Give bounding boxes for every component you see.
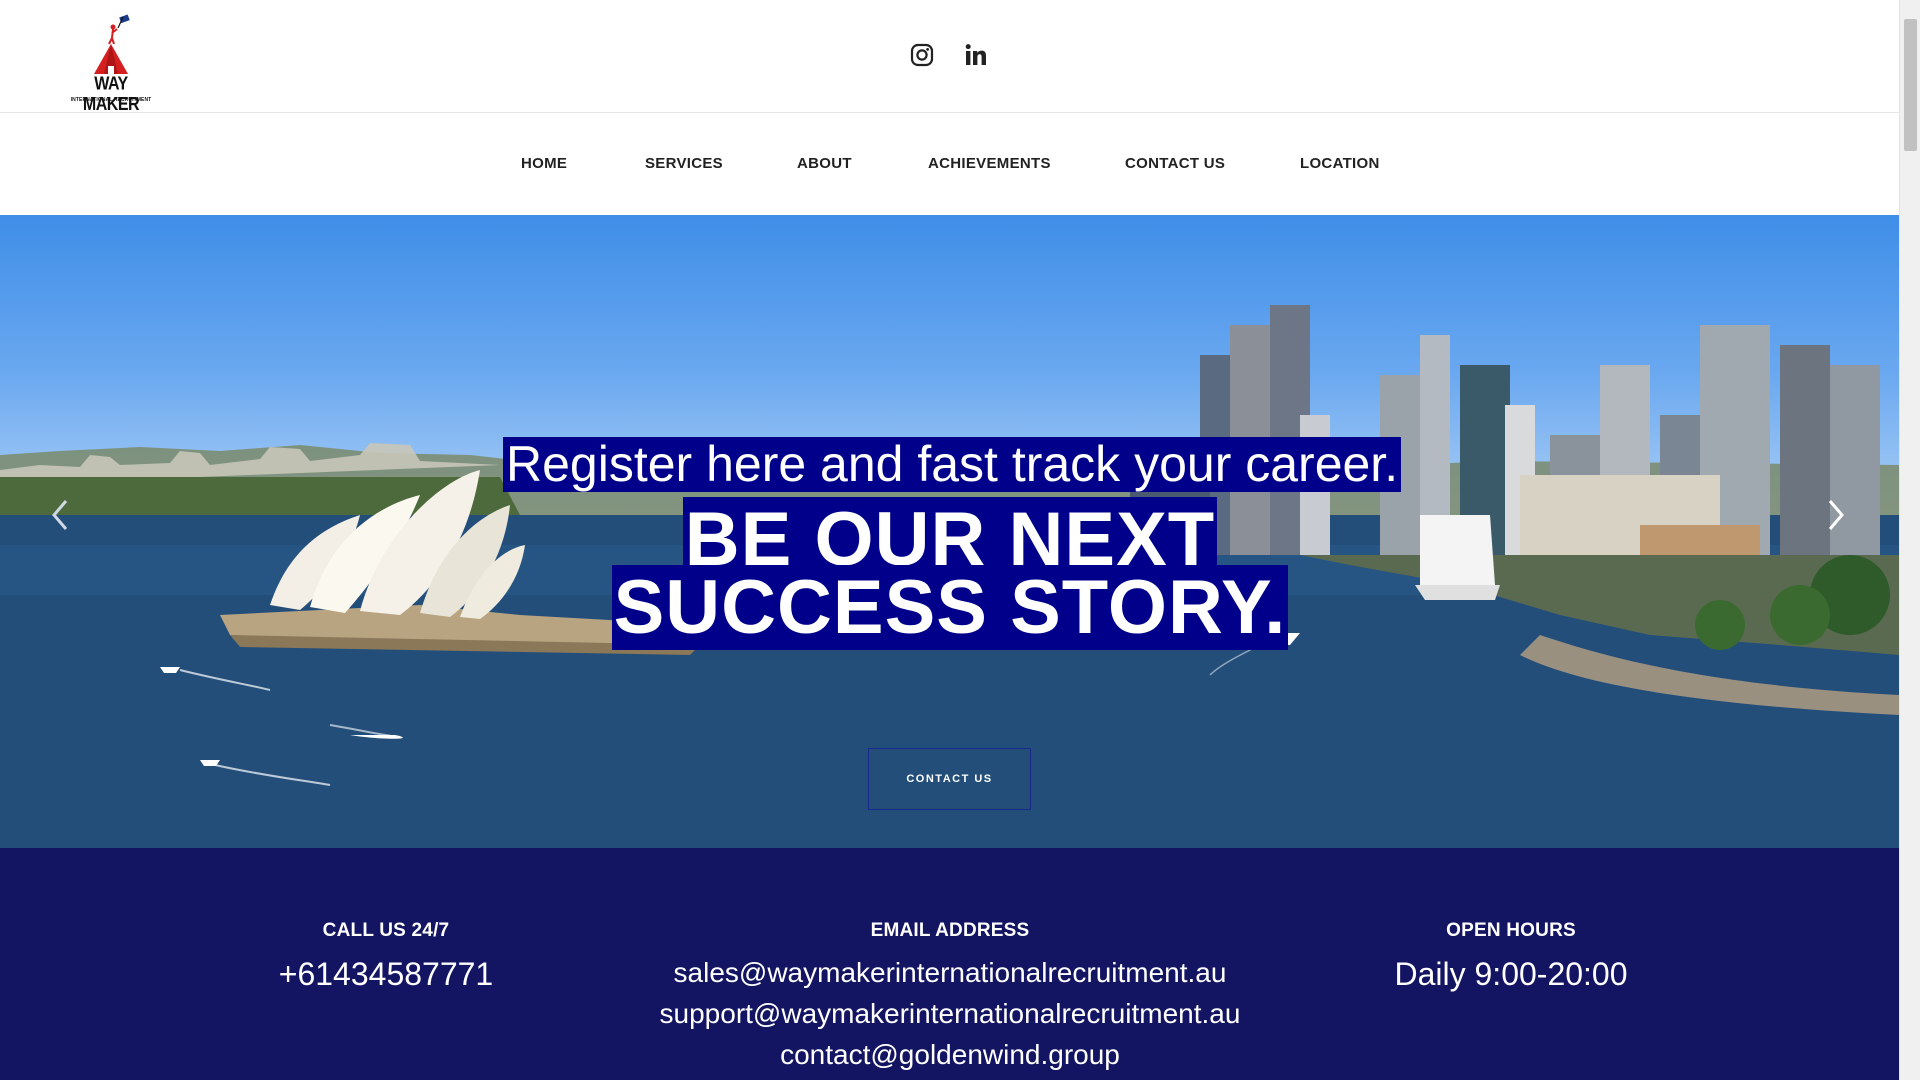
slider-next-button[interactable]	[1816, 485, 1856, 545]
nav-item-home[interactable]: HOME	[521, 155, 567, 172]
nav-item-services[interactable]: SERVICES	[645, 155, 723, 172]
linkedin-link[interactable]	[963, 42, 989, 68]
hero-subtitle: Register here and fast track your career…	[503, 437, 1402, 492]
hours-value: Daily 9:00-20:00	[1394, 956, 1628, 992]
email-info: EMAIL ADDRESS sales@waymakerinternationa…	[600, 920, 1300, 1075]
phone-number[interactable]: +61434587771	[186, 956, 586, 992]
linkedin-icon	[965, 44, 986, 65]
hours-heading: OPEN HOURS	[1446, 920, 1576, 941]
top-header: WAY MAKER INTERNATIONAL RECRUITMENT	[0, 0, 1899, 115]
instagram-icon	[910, 43, 934, 67]
slider-prev-button[interactable]	[40, 485, 80, 545]
email-contact[interactable]: contact@goldenwind.group	[600, 1034, 1300, 1075]
call-heading: CALL US 24/7	[322, 920, 450, 941]
hero-title: BE OUR NEXT SUCCESS STORY.	[503, 497, 1397, 650]
chevron-left-icon	[52, 500, 68, 530]
nav-item-about[interactable]: ABOUT	[797, 155, 852, 172]
contact-info-band: CALL US 24/7 +61434587771 EMAIL ADDRESS …	[0, 848, 1899, 1080]
nav-item-contact-us[interactable]: CONTACT US	[1125, 155, 1225, 172]
hero-slider: Register here and fast track your career…	[0, 215, 1899, 848]
nav-item-location[interactable]: LOCATION	[1300, 155, 1380, 172]
nav-item-achievements[interactable]: ACHIEVEMENTS	[928, 155, 1051, 172]
email-support[interactable]: support@waymakerinternationalrecruitment…	[600, 993, 1300, 1034]
hero-contact-button[interactable]: CONTACT US	[868, 748, 1031, 810]
call-info: CALL US 24/7 +61434587771	[186, 920, 586, 992]
page-scrollbar[interactable]	[1899, 0, 1920, 1080]
instagram-link[interactable]	[909, 42, 935, 68]
email-sales[interactable]: sales@waymakerinternationalrecruitment.a…	[600, 952, 1300, 993]
scrollbar-thumb[interactable]	[1904, 19, 1917, 151]
main-nav: HOME SERVICES ABOUT ACHIEVEMENTS CONTACT…	[0, 113, 1899, 215]
hero-title-text: BE OUR NEXT SUCCESS STORY.	[611, 497, 1289, 650]
email-heading: EMAIL ADDRESS	[870, 920, 1030, 941]
logo-mark-icon	[94, 14, 130, 74]
logo[interactable]: WAY MAKER INTERNATIONAL RECRUITMENT	[66, 14, 156, 115]
chevron-right-icon	[1828, 500, 1844, 530]
logo-wordmark: WAY MAKER	[82, 74, 140, 115]
hours-info: OPEN HOURS Daily 9:00-20:00	[1311, 920, 1711, 992]
page: WAY MAKER INTERNATIONAL RECRUITMENT HOME…	[0, 0, 1920, 1080]
logo-tagline: INTERNATIONAL RECRUITMENT	[70, 97, 152, 103]
